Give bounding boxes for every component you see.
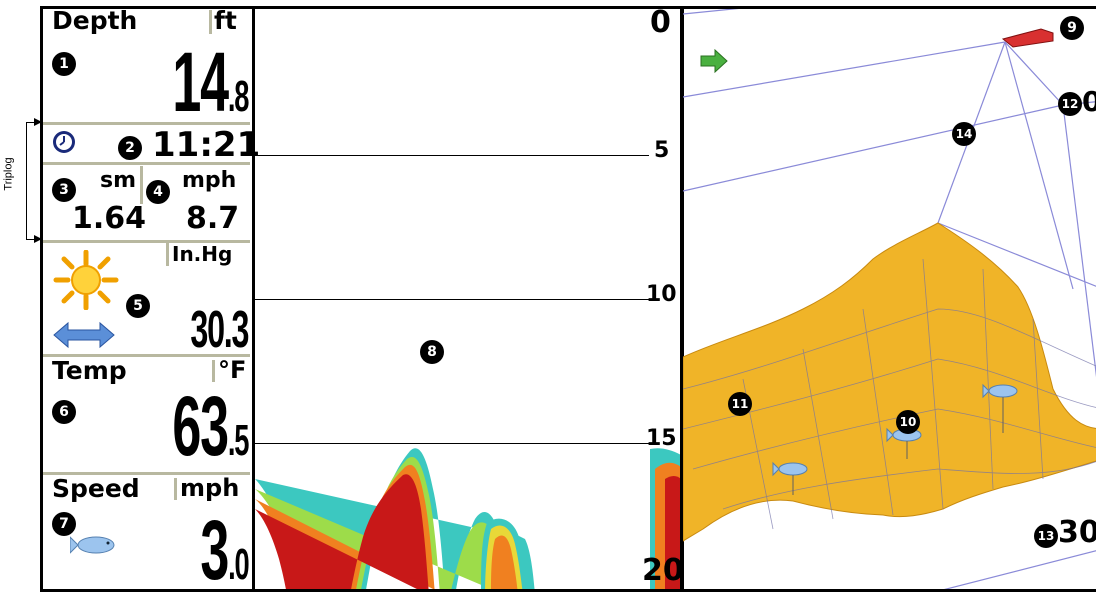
speed-value: 3.0 <box>199 503 249 597</box>
triplog-label: Triplog <box>2 157 15 191</box>
sonar-panel <box>252 6 684 592</box>
callout-10: 10 <box>896 410 920 434</box>
callout-13: 13 <box>1034 524 1058 548</box>
trip-avg-speed-value: 8.7 <box>186 201 240 236</box>
depth-unit: ft <box>214 6 237 35</box>
callout-9: 9 <box>1060 16 1084 40</box>
double-arrow-icon <box>52 320 116 350</box>
sonar-scale-5: 5 <box>654 138 670 163</box>
sonar-scale-15: 15 <box>646 426 677 451</box>
callout-6: 6 <box>52 400 76 424</box>
callout-11: 11 <box>728 392 752 416</box>
trip-distance-value: 1.64 <box>72 201 147 236</box>
baro-value: 30.3 <box>190 301 249 359</box>
sonar-scale-10: 10 <box>646 282 677 307</box>
boat-icon <box>1001 27 1057 49</box>
trip-distance-unit: sm <box>100 168 137 193</box>
callout-14: 14 <box>952 122 976 146</box>
depth-label: Depth <box>52 6 138 35</box>
depth-value: 14.8 <box>172 35 249 129</box>
clock-time: 11:21 <box>152 125 261 165</box>
arrow-icon <box>699 48 729 74</box>
callout-8: 8 <box>420 340 444 364</box>
clock-icon <box>52 130 76 154</box>
callout-1: 1 <box>52 52 76 76</box>
callout-12: 12 <box>1058 92 1082 116</box>
3d-depth-label-30: 30 <box>1058 515 1096 550</box>
temp-value: 63.5 <box>172 379 249 473</box>
sonar-scale-20: 20 <box>642 553 684 588</box>
callout-3: 3 <box>52 178 76 202</box>
sun-icon <box>50 249 122 311</box>
speed-unit: mph <box>180 474 240 502</box>
callout-4: 4 <box>146 180 170 204</box>
callout-7: 7 <box>52 512 76 536</box>
baro-unit: In.Hg <box>172 242 233 266</box>
callout-2: 2 <box>118 136 142 160</box>
sonar-scale-0: 0 <box>650 5 671 40</box>
triplog-bracket: Triplog <box>0 118 42 244</box>
trip-speed-unit: mph <box>182 168 237 193</box>
speed-label: Speed <box>52 474 140 503</box>
sonar-returns <box>255 448 681 589</box>
3d-depth-label-0: 0 <box>1082 85 1096 118</box>
temp-label: Temp <box>52 356 127 385</box>
3d-view-panel <box>680 6 1096 592</box>
fish-icon <box>69 534 118 556</box>
callout-5: 5 <box>126 294 150 318</box>
